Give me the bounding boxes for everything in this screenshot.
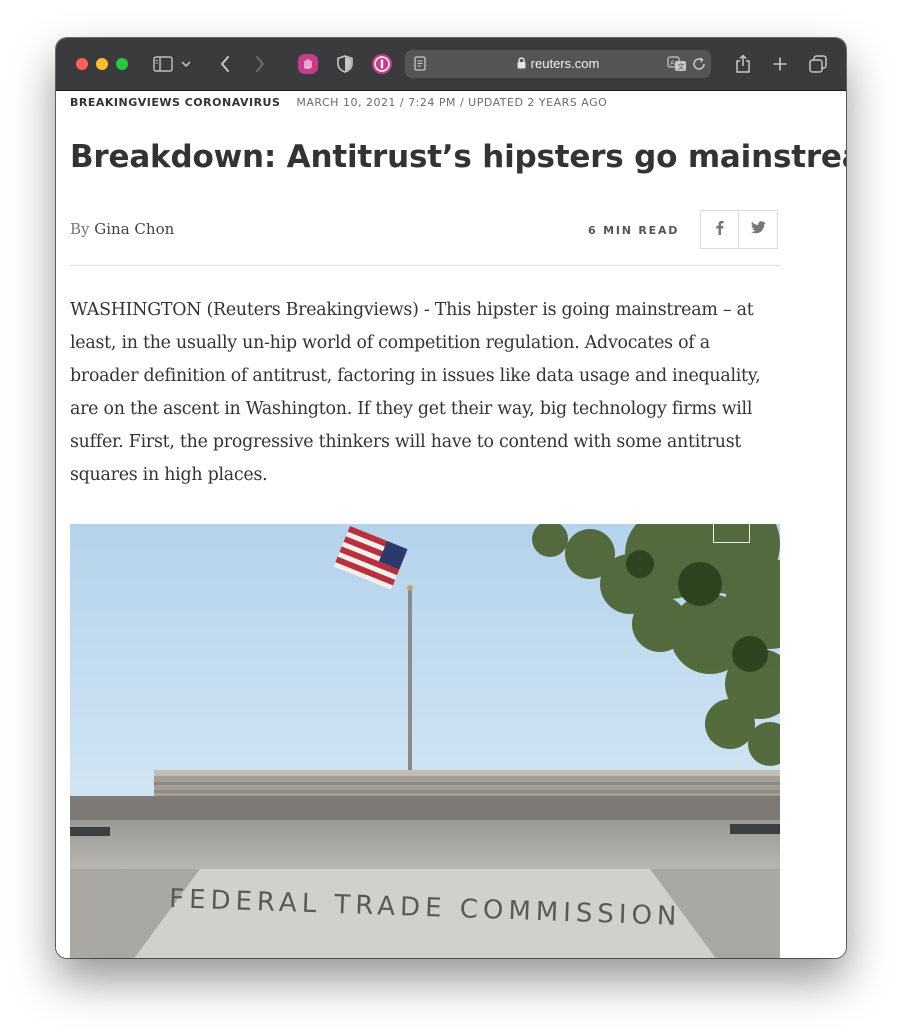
article-title: Breakdown: Antitrust’s hipsters go mains… (70, 139, 846, 175)
reload-icon[interactable] (692, 57, 706, 76)
facebook-icon (715, 220, 724, 240)
address-text: reuters.com (405, 56, 711, 72)
browser-toolbar: reuters.com A文 (56, 38, 846, 91)
tabs-overview-icon[interactable] (806, 52, 830, 76)
twitter-icon (750, 220, 766, 239)
extension-hand-icon[interactable] (296, 52, 320, 76)
byline-prefix: By (70, 220, 90, 238)
read-time: 6 MIN READ (588, 224, 680, 237)
translate-icon[interactable]: A文 (667, 56, 687, 77)
minimize-window-button[interactable] (96, 58, 108, 70)
section-label[interactable]: BREAKINGVIEWS CORONAVIRUS (70, 96, 280, 109)
svg-text:A: A (670, 59, 675, 67)
facebook-share-button[interactable] (700, 210, 739, 249)
author-name[interactable]: Gina Chon (94, 220, 174, 238)
browser-window: reuters.com A文 BREAKINGVIEWS CORONAVIRUS… (56, 38, 846, 958)
byline: By Gina Chon (70, 220, 174, 238)
byline-divider (70, 265, 781, 266)
domain-label: reuters.com (530, 56, 600, 71)
share-icon[interactable] (731, 52, 755, 76)
twitter-share-button[interactable] (739, 210, 778, 249)
shield-icon[interactable] (333, 52, 357, 76)
back-icon[interactable] (213, 52, 237, 76)
forward-icon[interactable] (248, 52, 272, 76)
article-lede: WASHINGTON (Reuters Breakingviews) - Thi… (70, 300, 761, 485)
password-manager-icon[interactable] (370, 52, 394, 76)
close-window-button[interactable] (76, 58, 88, 70)
lock-icon (517, 57, 526, 72)
address-bar[interactable]: reuters.com A文 (405, 50, 711, 78)
zoom-window-button[interactable] (116, 58, 128, 70)
page-content: BREAKINGVIEWS CORONAVIRUS MARCH 10, 2021 … (56, 91, 846, 958)
expand-icon (727, 512, 737, 530)
article-meta: BREAKINGVIEWS CORONAVIRUS MARCH 10, 2021 … (70, 96, 607, 109)
article-photo[interactable]: FEDERAL TRADE COMMISSION (70, 524, 780, 958)
chevron-down-icon[interactable] (179, 52, 193, 76)
sidebar-icon[interactable] (151, 52, 175, 76)
svg-text:文: 文 (678, 62, 685, 71)
expand-image-button[interactable] (713, 506, 750, 543)
new-tab-icon[interactable] (768, 52, 792, 76)
article-date: MARCH 10, 2021 / 7:24 PM / UPDATED 2 YEA… (296, 96, 608, 109)
